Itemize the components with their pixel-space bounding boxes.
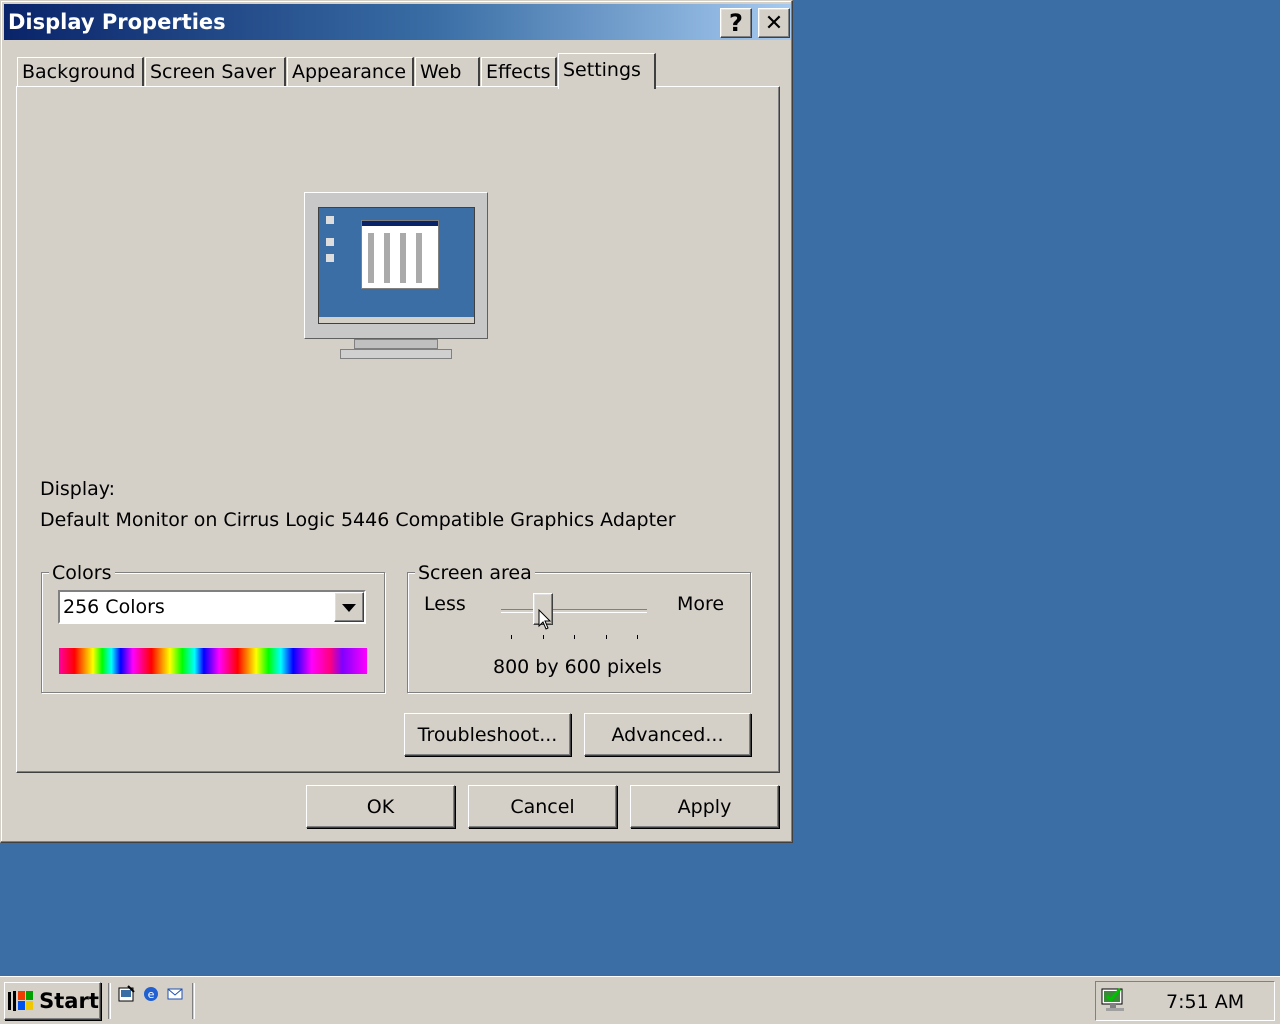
slider-more-label: More	[677, 593, 725, 615]
help-icon: ?	[729, 9, 743, 37]
tab-background[interactable]: Background	[17, 57, 144, 87]
slider-tick	[637, 635, 638, 639]
outlook-express-icon[interactable]	[166, 985, 184, 1003]
display-adapter-name: Default Monitor on Cirrus Logic 5446 Com…	[40, 509, 676, 531]
taskbar-separator	[192, 983, 195, 1019]
ok-button[interactable]: OK	[306, 785, 455, 828]
internet-explorer-icon[interactable]: e	[142, 985, 160, 1003]
cancel-button[interactable]: Cancel	[468, 785, 617, 828]
close-button[interactable]: ✕	[758, 8, 790, 38]
close-icon: ✕	[764, 10, 784, 36]
mouse-cursor-icon	[538, 609, 552, 630]
help-button[interactable]: ?	[720, 8, 752, 38]
screen-area-slider[interactable]	[501, 593, 647, 633]
tab-effects[interactable]: Effects	[481, 57, 557, 87]
slider-tick	[511, 635, 512, 639]
slider-tick	[605, 635, 607, 639]
slider-tick	[542, 635, 544, 639]
tab-appearance[interactable]: Appearance	[287, 57, 414, 87]
slider-track	[501, 609, 647, 613]
display-properties-dialog: Display Properties ? ✕ Background Screen…	[0, 0, 793, 843]
colors-dropdown-value: 256 Colors	[63, 596, 165, 618]
show-desktop-icon[interactable]	[118, 985, 136, 1003]
apply-button[interactable]: Apply	[630, 785, 779, 828]
slider-less-label: Less	[424, 593, 466, 615]
resolution-label: 800 by 600 pixels	[493, 656, 662, 678]
start-label: Start	[39, 989, 99, 1013]
advanced-button[interactable]: Advanced...	[584, 713, 751, 756]
title-bar[interactable]: Display Properties ? ✕	[4, 4, 791, 40]
start-button[interactable]: Start	[4, 982, 101, 1020]
troubleshoot-button[interactable]: Troubleshoot...	[404, 713, 571, 756]
tab-screen-saver[interactable]: Screen Saver	[145, 57, 286, 87]
screen-area-group-label: Screen area	[415, 562, 535, 584]
quick-launch-separator	[108, 983, 111, 1019]
tab-web[interactable]: Web	[415, 57, 480, 87]
color-palette-bar	[59, 648, 367, 674]
chevron-down-icon[interactable]	[334, 592, 364, 622]
display-settings-tray-icon[interactable]	[1098, 983, 1132, 1017]
monitor-preview	[304, 192, 488, 362]
colors-dropdown[interactable]: 256 Colors	[58, 590, 366, 624]
windows-logo-icon	[8, 991, 34, 1011]
tab-settings[interactable]: Settings	[558, 53, 656, 89]
window-title: Display Properties	[8, 10, 226, 34]
monitor-screen	[318, 207, 475, 324]
taskbar: Start e 7:51 AM	[0, 976, 1280, 1024]
system-tray: 7:51 AM	[1095, 981, 1275, 1021]
display-label: Display:	[40, 478, 116, 500]
svg-text:e: e	[148, 988, 155, 1001]
tab-strip: Background Screen Saver Appearance Web E…	[1, 51, 791, 91]
colors-group-label: Colors	[49, 562, 115, 584]
slider-tick	[574, 635, 575, 639]
clock[interactable]: 7:51 AM	[1166, 991, 1244, 1013]
